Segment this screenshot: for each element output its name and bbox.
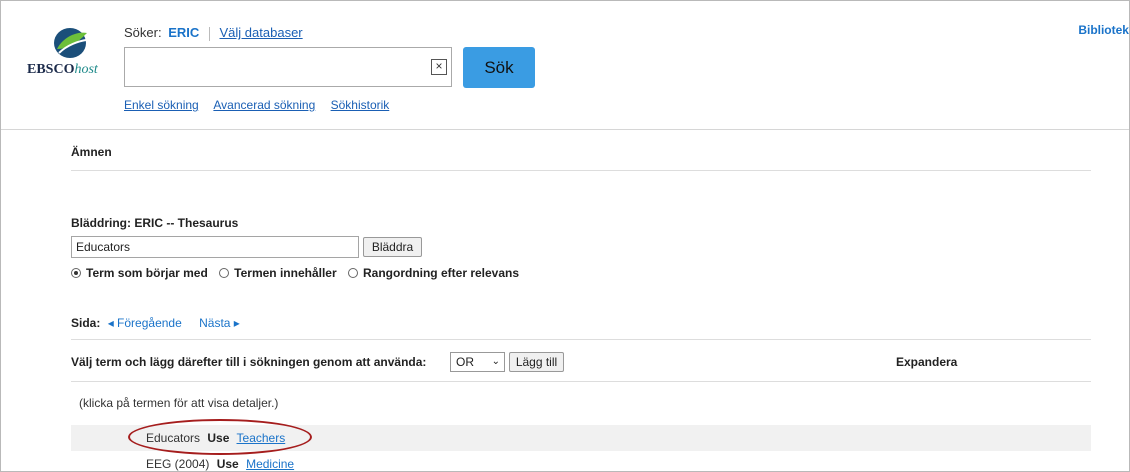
operator-select[interactable]: OR ⌄ (450, 352, 505, 372)
divider (71, 170, 1091, 171)
searching-line: Söker: ERIC Välj databaser (124, 25, 303, 41)
term-row-content: EEG (2004) Use Medicine (146, 457, 294, 471)
search-button[interactable]: Sök (463, 47, 535, 88)
ebsco-logo[interactable]: EBSCOhost (27, 27, 117, 77)
search-mode-links: Enkel sökning Avancerad sökning Sökhisto… (124, 98, 401, 112)
divider (71, 381, 1091, 382)
searching-label: Söker: (124, 25, 162, 40)
radio-icon[interactable] (219, 268, 230, 278)
radio-icon[interactable] (347, 268, 358, 278)
logo-icon (54, 28, 87, 58)
page-frame: EBSCOhost Söker: ERIC Välj databaser × S… (0, 0, 1130, 472)
next-page-link[interactable]: Nästa ▸ (199, 316, 240, 330)
logo-brand-bold: EBSCO (27, 62, 75, 77)
divider (71, 339, 1091, 340)
logo-text: EBSCOhost (27, 62, 98, 78)
pager-label: Sida: (71, 316, 101, 330)
option-contains[interactable]: Termen innehåller (219, 266, 337, 280)
option-label: Term som börjar med (86, 266, 208, 280)
term-row: EEG (2004) Use Medicine (71, 451, 1091, 471)
logo-brand-italic: host (74, 62, 98, 77)
use-label: Use (207, 431, 230, 445)
advanced-search-link[interactable]: Avancerad sökning (213, 98, 315, 112)
use-term-link[interactable]: Teachers (237, 431, 286, 445)
expand-column-header: Expandera (896, 355, 958, 369)
term-name[interactable]: EEG (2004) (146, 457, 209, 471)
browse-label: Bläddring: ERIC -- Thesaurus (71, 216, 239, 230)
option-relevance[interactable]: Rangordning efter relevans (347, 266, 520, 280)
browse-input[interactable]: Educators (71, 236, 359, 258)
search-input[interactable] (124, 47, 452, 87)
basic-search-link[interactable]: Enkel sökning (124, 98, 199, 112)
use-label: Use (216, 457, 239, 471)
clear-search-icon[interactable]: × (431, 59, 447, 75)
libraries-link[interactable]: Biblioteken (1078, 23, 1129, 37)
separator (208, 26, 210, 41)
choose-databases-link[interactable]: Välj databaser (220, 25, 303, 40)
option-label: Rangordning efter relevans (362, 266, 520, 280)
page-title: Ämnen (71, 145, 112, 159)
term-row-content: Educators Use Teachers (146, 431, 285, 445)
option-label: Termen innehåller (234, 266, 337, 280)
previous-page-link[interactable]: ◂ Föregående (108, 316, 182, 330)
browse-options: Term som börjar med Termen innehåller Ra… (71, 266, 527, 280)
radio-selected-icon[interactable] (71, 268, 81, 278)
term-select-row: Välj term och lägg därefter till i sökni… (71, 351, 1091, 373)
database-name[interactable]: ERIC (168, 25, 199, 40)
pager: Sida: ◂ Föregående Nästa ▸ (71, 316, 254, 330)
operator-value: OR (456, 355, 474, 369)
option-starts-with[interactable]: Term som börjar med (71, 266, 208, 280)
select-instruction: Välj term och lägg därefter till i sökni… (71, 355, 427, 369)
hint-text: (klicka på termen för att visa detaljer.… (79, 396, 279, 410)
search-history-link[interactable]: Sökhistorik (331, 98, 390, 112)
header: EBSCOhost Söker: ERIC Välj databaser × S… (1, 1, 1129, 130)
term-name[interactable]: Educators (146, 431, 200, 445)
use-term-link[interactable]: Medicine (246, 457, 294, 471)
chevron-down-icon: ⌄ (491, 356, 500, 367)
browse-button[interactable]: Bläddra (363, 237, 422, 257)
add-button[interactable]: Lägg till (509, 352, 564, 372)
term-row: Educators Use Teachers (71, 425, 1091, 451)
